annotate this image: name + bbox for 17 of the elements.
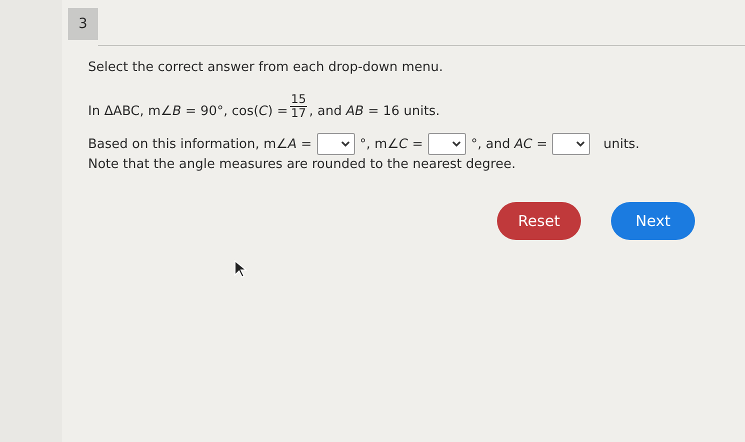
dropdown[interactable] [316, 133, 355, 156]
dropdown[interactable] [428, 133, 466, 156]
reset-button[interactable]: Reset [497, 202, 581, 240]
answer-text: °, m∠C = [360, 136, 423, 152]
chevron-icon [576, 141, 586, 148]
answer-text: Based on this information, m∠A = [88, 136, 312, 152]
next-button[interactable]: Next [611, 202, 695, 240]
answer-text: °, and AC = [470, 136, 548, 152]
answer-text: units. [603, 136, 640, 152]
dropdown[interactable] [552, 133, 590, 156]
note-text: Note that the angle measures are rounded to the nearest degree. [88, 157, 517, 172]
instruction-text: Select the correct answer from each drop-down menu. [88, 60, 444, 75]
question-number: 3 [68, 8, 98, 40]
chevron-icon [340, 141, 350, 148]
chevron-icon [452, 141, 461, 148]
problem-statement: In ΔABC, m∠B = 90°, cos(C) = 15 17 , and AB = 16 units. [88, 93, 441, 120]
mouse-pointer-icon [234, 260, 248, 278]
